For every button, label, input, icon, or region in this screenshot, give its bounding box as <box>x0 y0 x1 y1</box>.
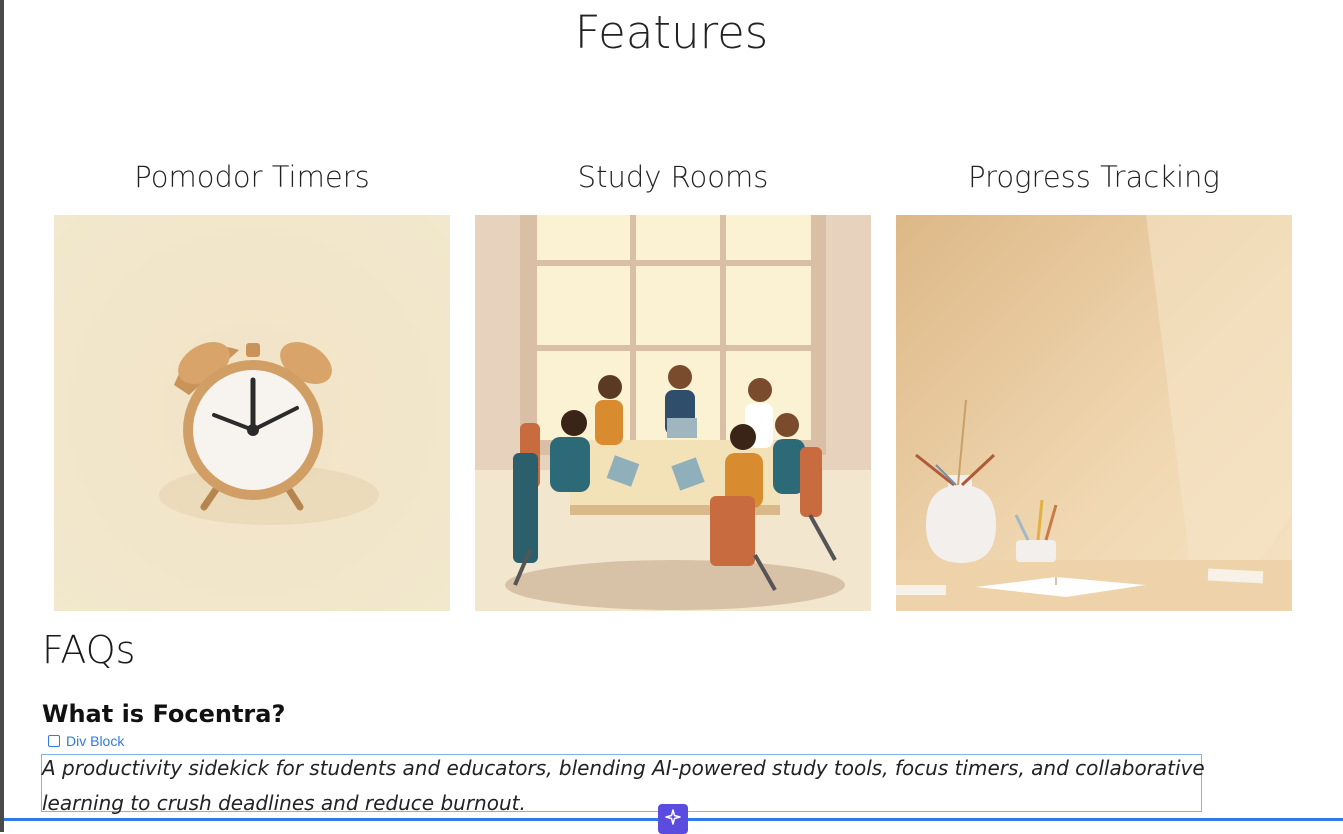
faq-question[interactable]: What is Focentra? <box>42 700 285 728</box>
square-icon <box>48 735 60 747</box>
feature-title: Pomodor Timers <box>134 160 370 194</box>
faq-answer[interactable]: A productivity sidekick for students and… <box>42 751 1217 821</box>
feature-title: Progress Tracking <box>968 160 1220 194</box>
study-room-image <box>475 215 871 611</box>
faq-answer-text: A productivity sidekick for students and… <box>42 756 1205 815</box>
feature-card-pomodoro: Pomodor Timers <box>54 160 450 611</box>
sparkle-icon <box>665 809 681 829</box>
selection-label-text: Div Block <box>66 733 125 749</box>
feature-card-progress: Progress Tracking <box>896 160 1292 611</box>
selection-label[interactable]: Div Block <box>48 733 124 749</box>
faqs-title: FAQs <box>42 628 136 672</box>
canvas-left-border <box>0 0 4 832</box>
feature-title: Study Rooms <box>577 160 769 194</box>
ai-assist-button[interactable] <box>658 804 688 834</box>
features-title: Features <box>574 6 769 59</box>
alarm-clock-image <box>54 215 450 611</box>
desk-vase-image <box>896 215 1292 611</box>
feature-card-study-rooms: Study Rooms <box>475 160 871 611</box>
